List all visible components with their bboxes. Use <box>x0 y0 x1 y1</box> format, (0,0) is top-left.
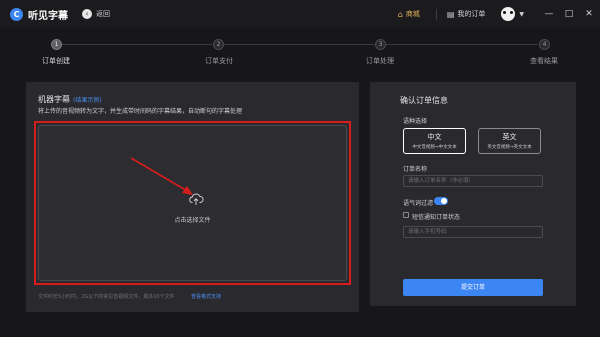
step-1-label: 订单创建 <box>42 57 70 65</box>
sms-notify-label: 短信通知订单状态 <box>412 214 461 221</box>
sms-notify-checkbox[interactable] <box>403 212 409 218</box>
step-3-dot: 3 <box>375 39 386 50</box>
step-2-label: 订单支付 <box>205 57 233 65</box>
avatar[interactable] <box>501 7 516 21</box>
language-label: 语种选择 <box>403 118 428 125</box>
step-2-dot: 2 <box>213 39 224 50</box>
language-desc: 英文音视频→英文文本 <box>487 145 532 150</box>
progress-steps: 1 2 3 4 订单创建 订单支付 订单处理 查看结果 <box>0 34 600 70</box>
mall-button[interactable]: ⌂ 商城 <box>398 9 420 19</box>
filler-filter-toggle[interactable] <box>434 197 448 205</box>
order-icon: ▤ <box>446 9 455 19</box>
my-orders-button[interactable]: ▤ 我的订单 <box>447 9 486 19</box>
order-name-label: 订单名称 <box>403 166 428 173</box>
filler-filter-label: 语气词过滤 <box>403 200 434 207</box>
maximize-button[interactable]: □ <box>560 9 578 19</box>
app-name: 听见字幕 <box>28 10 68 22</box>
select-file-label: 点击选择文件 <box>174 217 211 224</box>
back-label: 返回 <box>96 10 110 18</box>
title-bar: C 听见字幕 ‹ 返回 ⌂ 商城 ▤ 我的订单 ▼ — □ ✕ <box>0 0 600 28</box>
order-panel-title: 确认订单信息 <box>400 96 448 105</box>
panel-title: 机器字幕 <box>38 95 70 104</box>
cloud-upload-icon <box>189 193 204 205</box>
language-option-english[interactable]: 英文 英文音视频→英文文本 <box>478 128 541 154</box>
back-button[interactable]: ‹ 返回 <box>82 9 110 19</box>
step-connector <box>62 44 212 45</box>
divider <box>435 8 437 20</box>
language-name: 中文 <box>427 133 442 141</box>
result-example-link[interactable]: (结果示例) <box>73 95 102 104</box>
submit-order-button[interactable]: 提交订单 <box>403 279 543 296</box>
logo-icon: C <box>10 7 23 21</box>
order-name-input[interactable]: 请输入订单名称（非必填） <box>403 175 543 187</box>
language-name: 英文 <box>502 133 517 141</box>
step-1-dot: 1 <box>51 39 62 50</box>
close-button[interactable]: ✕ <box>580 9 598 19</box>
language-desc: 中文音视频→中文文本 <box>412 145 457 150</box>
step-connector <box>386 44 538 45</box>
panel-description: 将上传的音视频转为文字，并生成带时间码的字幕结果，自动断句的字幕处理 <box>38 108 243 115</box>
mall-label: 商城 <box>405 10 420 18</box>
step-4-dot: 4 <box>539 39 550 50</box>
app-logo: C 听见字幕 <box>10 7 68 22</box>
step-3-label: 订单处理 <box>366 57 394 65</box>
shop-icon: ⌂ <box>397 9 403 19</box>
minimize-button[interactable]: — <box>540 9 558 19</box>
chevron-down-icon[interactable]: ▼ <box>519 11 524 18</box>
format-support-link[interactable]: 查看格式支持 <box>191 293 221 300</box>
file-drop-zone[interactable]: 点击选择文件 <box>38 125 347 281</box>
language-option-chinese[interactable]: 中文 中文音视频→中文文本 <box>403 128 466 154</box>
my-orders-label: 我的订单 <box>457 10 486 18</box>
upload-panel: 机器字幕 (结果示例) 将上传的音视频转为文字，并生成带时间码的字幕结果，自动断… <box>26 82 359 312</box>
phone-input[interactable]: 请输入手机号码 <box>403 226 543 238</box>
order-confirm-panel: 确认订单信息 语种选择 中文 中文音视频→中文文本 英文 英文音视频→英文文本 … <box>370 82 576 306</box>
step-4-label: 查看结果 <box>530 57 558 65</box>
highlight-frame: 点击选择文件 <box>34 121 351 285</box>
back-arrow-icon: ‹ <box>82 9 92 19</box>
step-connector <box>224 44 374 45</box>
upload-requirements: 文件时长5小时内，2G以下的常见音视频文件，最多10个文件 <box>38 294 175 300</box>
